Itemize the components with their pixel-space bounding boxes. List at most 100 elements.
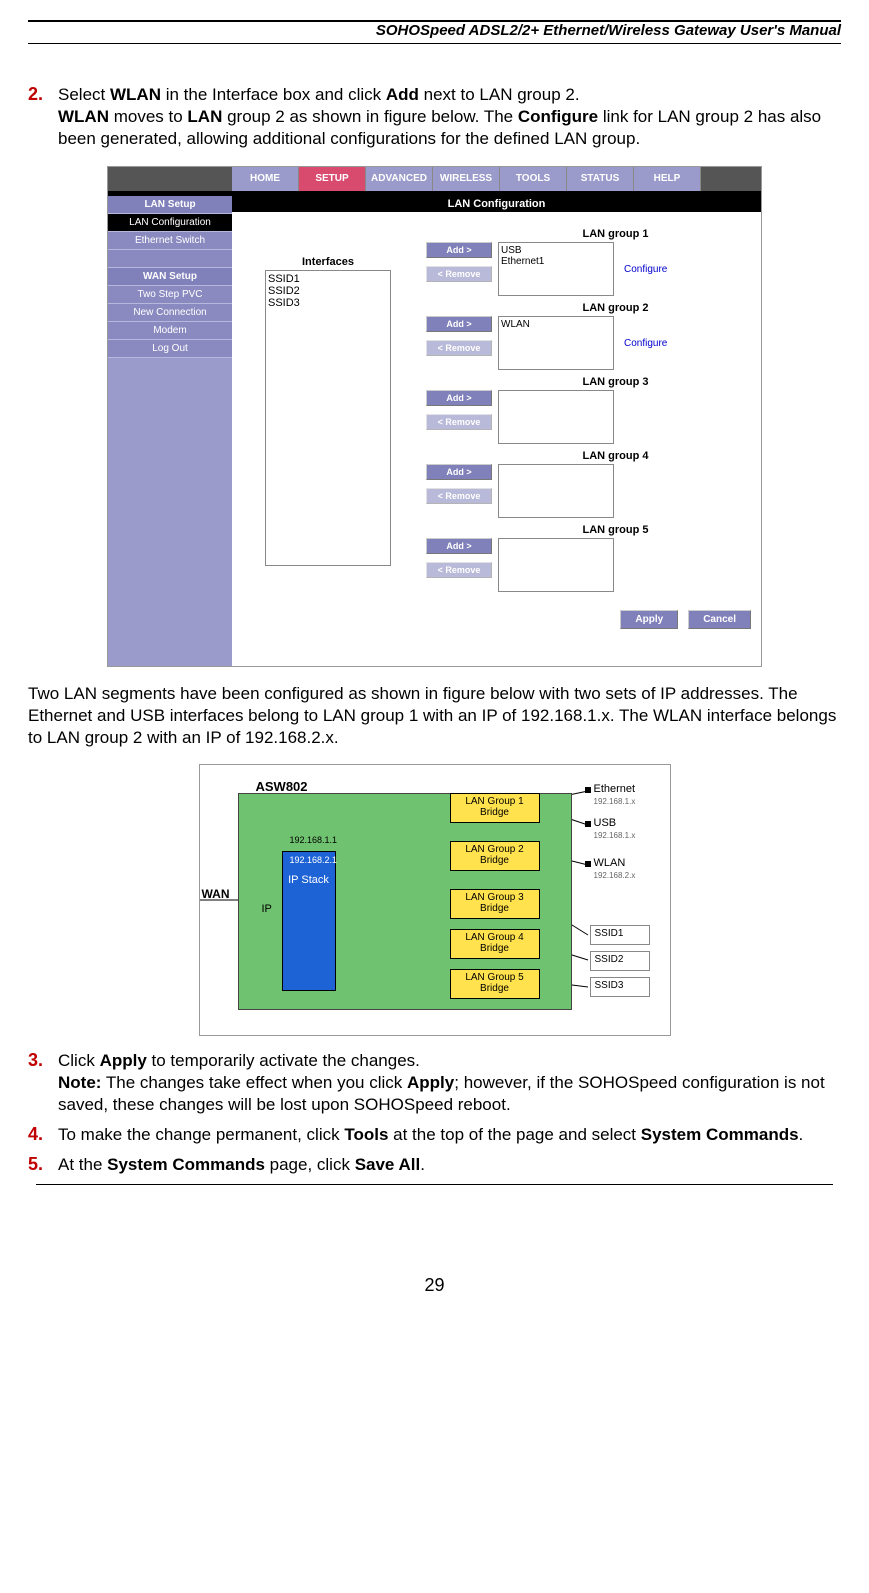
group-5-title: LAN group 5 [426, 524, 745, 536]
wlan-ip: 192.168.2.x [594, 871, 636, 880]
cancel-button[interactable]: Cancel [688, 610, 751, 629]
sidebar-header-lan: LAN Setup [108, 196, 232, 214]
eth-label: Ethernet [594, 783, 636, 795]
iface-item[interactable]: SSID3 [268, 297, 388, 309]
apply-button[interactable]: Apply [620, 610, 678, 629]
interfaces-list[interactable]: SSID1 SSID2 SSID3 [265, 270, 391, 566]
configure-link-g1[interactable]: Configure [620, 264, 667, 275]
group-1-list[interactable]: USB Ethernet1 [498, 242, 614, 296]
step-2-body: Select WLAN in the Interface box and cli… [58, 84, 841, 150]
sidebar-blank [108, 250, 232, 268]
configure-link-g2[interactable]: Configure [620, 338, 667, 349]
group-1-title: LAN group 1 [426, 228, 745, 240]
sidebar-item-modem[interactable]: Modem [108, 322, 232, 340]
sidebar-item-two-step-pvc[interactable]: Two Step PVC [108, 286, 232, 304]
t: to temporarily activate the changes. [147, 1051, 420, 1070]
remove-button-g3[interactable]: < Remove [426, 414, 492, 430]
tab-home[interactable]: HOME [232, 167, 299, 191]
t: Click [58, 1051, 100, 1070]
t: group 2 as shown in figure below. The [222, 107, 517, 126]
group-3-title: LAN group 3 [426, 376, 745, 388]
list-item[interactable]: WLAN [501, 319, 611, 330]
t: page, click [265, 1155, 355, 1174]
t: in the Interface box and click [161, 85, 386, 104]
group-2-list[interactable]: WLAN [498, 316, 614, 370]
sidebar-item-ethernet-switch[interactable]: Ethernet Switch [108, 232, 232, 250]
group-4-title: LAN group 4 [426, 450, 745, 462]
tab-advanced[interactable]: ADVANCED [366, 167, 433, 191]
step-4-body: To make the change permanent, click Tool… [58, 1124, 841, 1146]
t: at the top of the page and select [388, 1125, 640, 1144]
group-3-list[interactable] [498, 390, 614, 444]
add-button-g5[interactable]: Add > [426, 538, 492, 554]
ssid1-box: SSID1 [590, 925, 650, 945]
t: LAN [187, 107, 222, 126]
t: Tools [344, 1125, 388, 1144]
t: Apply [407, 1073, 454, 1092]
t: The changes take effect when you click [101, 1073, 407, 1092]
t: Save All [355, 1155, 421, 1174]
group-5-list[interactable] [498, 538, 614, 592]
remove-button-g5[interactable]: < Remove [426, 562, 492, 578]
tab-tools[interactable]: TOOLS [500, 167, 567, 191]
main-panel: LAN Configuration Interfaces SSID1 SSID2… [232, 196, 761, 666]
panel-title: LAN Configuration [232, 196, 761, 212]
router-ui-screenshot: HOME SETUP ADVANCED WIRELESS TOOLS STATU… [107, 166, 762, 667]
usb-label: USB [594, 817, 617, 829]
list-item[interactable]: Ethernet1 [501, 256, 611, 267]
remove-button-g4[interactable]: < Remove [426, 488, 492, 504]
bridge-5: LAN Group 5 Bridge [450, 969, 540, 999]
t: At the [58, 1155, 107, 1174]
t: Apply [100, 1051, 147, 1070]
ip-2: 192.168.2.1 [290, 855, 338, 865]
t: next to LAN group 2. [419, 85, 580, 104]
page-number: 29 [28, 1275, 841, 1296]
group-4-list[interactable] [498, 464, 614, 518]
add-button-g4[interactable]: Add > [426, 464, 492, 480]
step-3-number: 3. [28, 1050, 58, 1116]
step-2-number: 2. [28, 84, 58, 150]
remove-button-g2[interactable]: < Remove [426, 340, 492, 356]
t: System Commands [107, 1155, 265, 1174]
tab-setup[interactable]: SETUP [299, 167, 366, 191]
t: Select [58, 85, 110, 104]
tab-help[interactable]: HELP [634, 167, 701, 191]
t: WLAN [110, 85, 161, 104]
add-button-g3[interactable]: Add > [426, 390, 492, 406]
sidebar-header-wan: WAN Setup [108, 268, 232, 286]
add-button-g2[interactable]: Add > [426, 316, 492, 332]
step-5-number: 5. [28, 1154, 58, 1176]
header-underline [28, 43, 841, 44]
ssid3-box: SSID3 [590, 977, 650, 997]
t: System Commands [641, 1125, 799, 1144]
bridge-4: LAN Group 4 Bridge [450, 929, 540, 959]
footer-line [36, 1184, 833, 1185]
add-button-g1[interactable]: Add > [426, 242, 492, 258]
step-3-body: Click Apply to temporarily activate the … [58, 1050, 841, 1116]
ssid2-box: SSID2 [590, 951, 650, 971]
device-label: ASW802 [256, 779, 308, 794]
mid-paragraph: Two LAN segments have been configured as… [28, 683, 841, 749]
tab-status[interactable]: STATUS [567, 167, 634, 191]
sidebar: LAN Setup LAN Configuration Ethernet Swi… [108, 196, 232, 666]
usb-ip: 192.168.1.x [594, 831, 636, 840]
sidebar-item-new-connection[interactable]: New Connection [108, 304, 232, 322]
step-5-body: At the System Commands page, click Save … [58, 1154, 841, 1176]
interfaces-label: Interfaces [248, 256, 408, 268]
t: To make the change permanent, click [58, 1125, 344, 1144]
wan-label: WAN [202, 887, 230, 901]
wlan-label: WLAN [594, 857, 626, 869]
iface-item[interactable]: SSID1 [268, 273, 388, 285]
sidebar-item-logout[interactable]: Log Out [108, 340, 232, 358]
tab-wireless[interactable]: WIRELESS [433, 167, 500, 191]
bridge-1: LAN Group 1 Bridge [450, 793, 540, 823]
t: . [420, 1155, 425, 1174]
network-diagram: ASW802 WAN IP 192.168.1.1 IP Stack 192.1… [199, 764, 671, 1036]
t: WLAN [58, 107, 109, 126]
remove-button-g1[interactable]: < Remove [426, 266, 492, 282]
list-item[interactable]: USB [501, 245, 611, 256]
t: Add [386, 85, 419, 104]
sidebar-item-lan-config[interactable]: LAN Configuration [108, 214, 232, 232]
t: . [799, 1125, 804, 1144]
iface-item[interactable]: SSID2 [268, 285, 388, 297]
